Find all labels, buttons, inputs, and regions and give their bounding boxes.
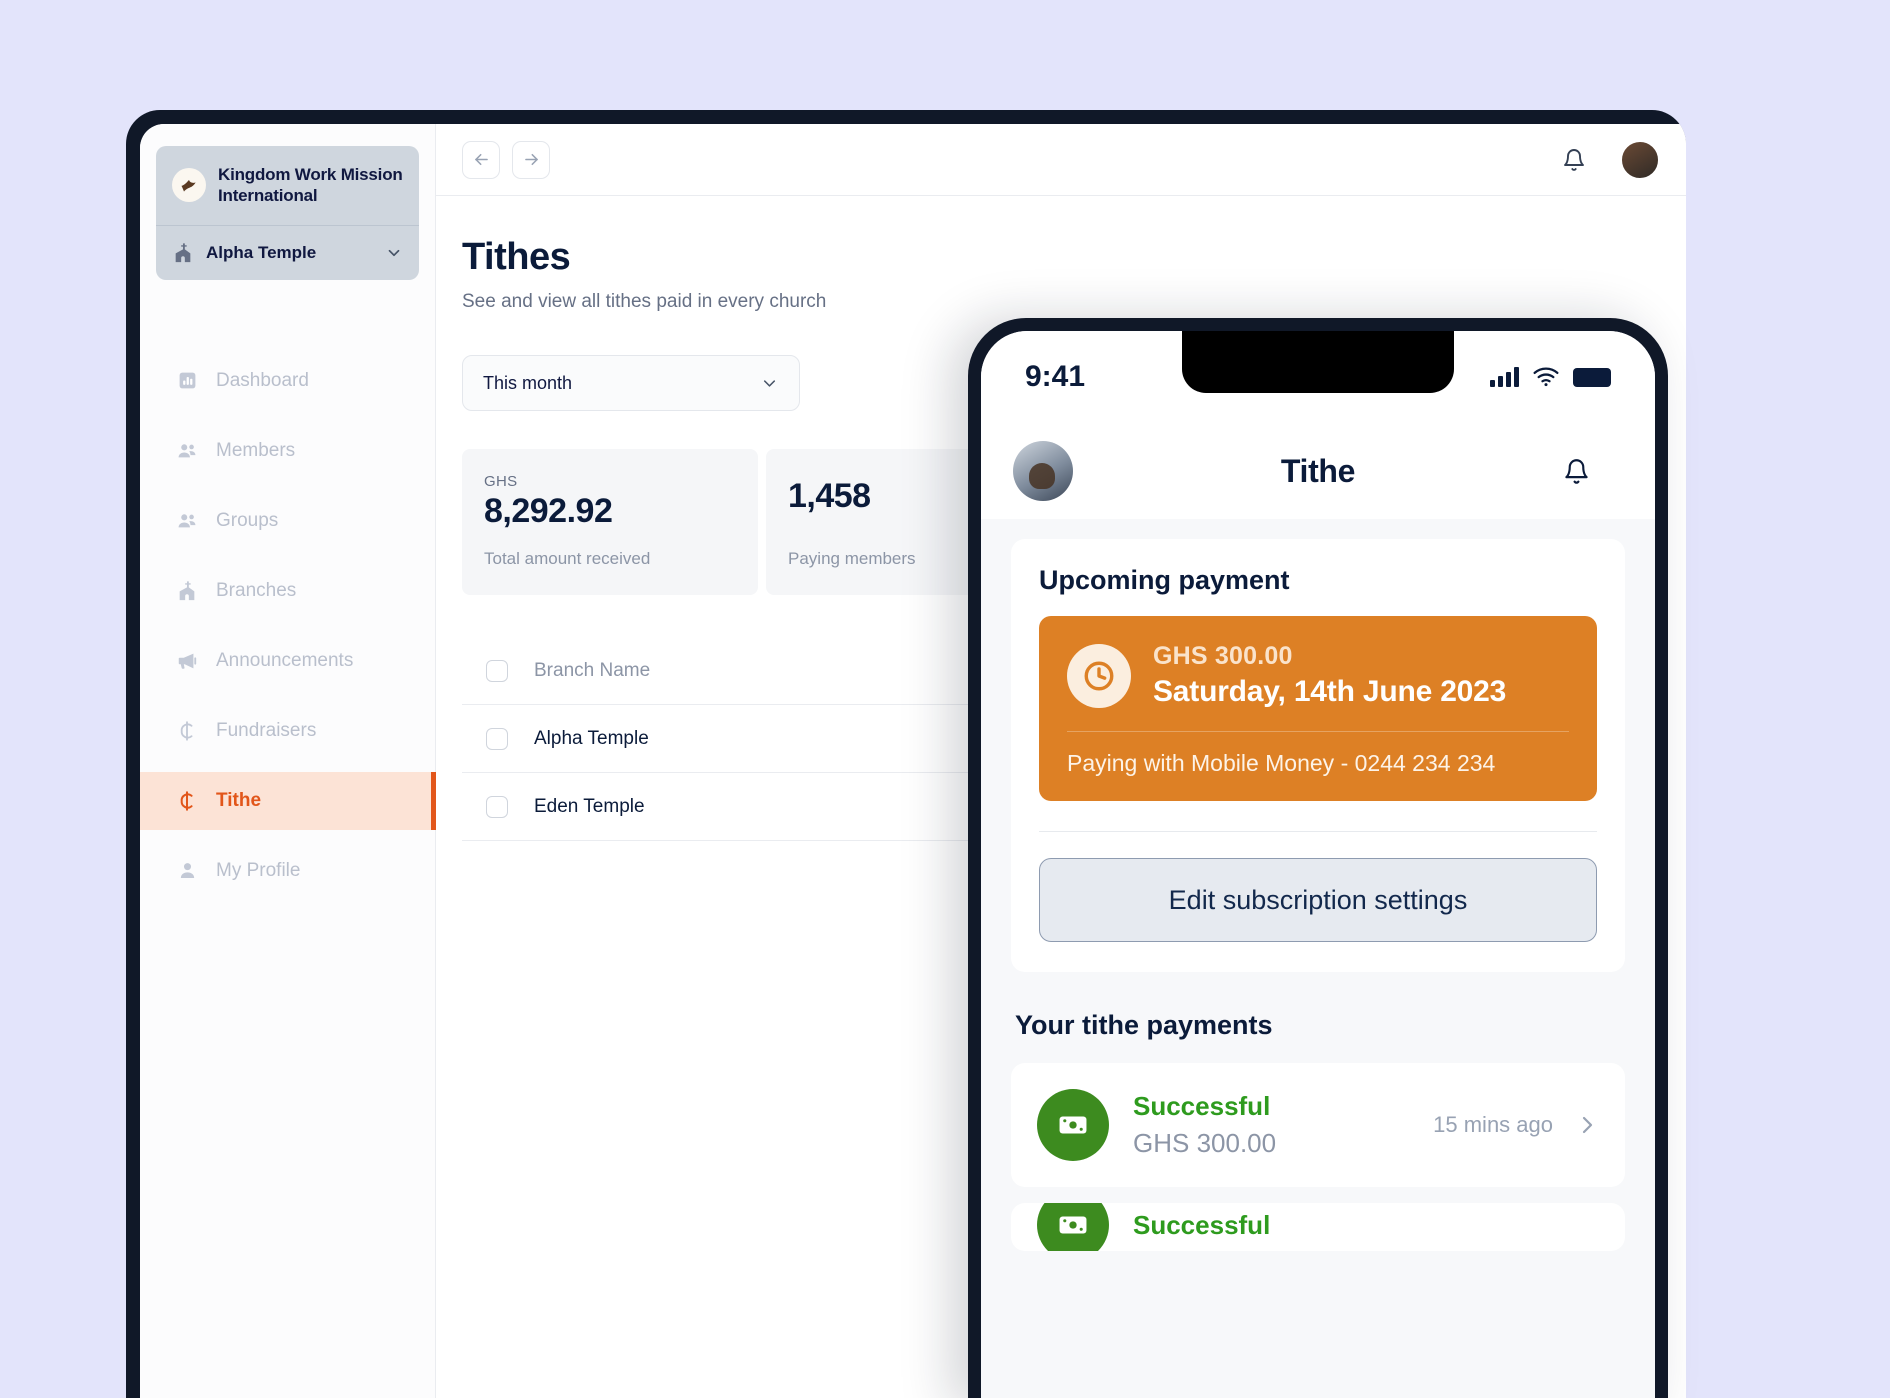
row-checkbox[interactable]	[486, 795, 508, 818]
wifi-icon	[1533, 367, 1559, 387]
sidebar-nav: Dashboard Members Groups Branches Announ…	[140, 352, 436, 900]
sidebar-item-dashboard[interactable]: Dashboard	[140, 352, 435, 410]
stat-value: 8,292.92	[484, 492, 613, 530]
sidebar-item-my-profile[interactable]: My Profile	[140, 842, 435, 900]
page-title: Tithe	[1280, 452, 1356, 489]
forward-button[interactable]	[512, 140, 550, 179]
bell-icon[interactable]	[1563, 458, 1623, 485]
select-all-checkbox[interactable]	[486, 659, 508, 682]
tithe-payments-title: Your tithe payments	[1015, 1010, 1273, 1040]
phone-body: Upcoming payment GHS 300.00 Saturday, 14…	[981, 519, 1655, 1251]
payment-status: Successful	[1133, 1209, 1271, 1240]
payment-status: Successful	[1133, 1091, 1271, 1121]
avatar[interactable]	[1620, 139, 1660, 180]
phone-notch	[1182, 331, 1454, 393]
upcoming-payment-banner: GHS 300.00 Saturday, 14th June 2023 Payi…	[1039, 616, 1597, 801]
period-filter-value: This month	[483, 372, 573, 393]
list-item[interactable]: Successful	[1011, 1203, 1625, 1251]
branch-selector[interactable]: Alpha Temple	[156, 226, 419, 280]
battery-icon	[1573, 367, 1611, 387]
sidebar-item-label: Groups	[216, 509, 279, 531]
clock-icon	[1067, 643, 1131, 708]
megaphone-icon	[174, 650, 200, 672]
currency-label: GHS	[484, 473, 518, 490]
organization-switcher[interactable]: Kingdom Work Mission International Alpha…	[156, 146, 419, 280]
sidebar: Kingdom Work Mission International Alpha…	[140, 124, 436, 1398]
phone-device-frame: 9:41 Tithe Upcoming payment GHS 300.00 S…	[968, 318, 1668, 1398]
row-checkbox[interactable]	[486, 727, 508, 750]
arrow-left-icon	[472, 150, 491, 169]
sidebar-item-label: Dashboard	[216, 369, 309, 391]
branch-name: Alpha Temple	[206, 242, 317, 262]
phone-screen: 9:41 Tithe Upcoming payment GHS 300.00 S…	[981, 331, 1655, 1398]
upcoming-payment-summary: GHS 300.00 Saturday, 14th June 2023	[1067, 642, 1569, 709]
divider	[1039, 831, 1597, 832]
chevron-down-icon	[760, 374, 779, 393]
payment-meta: 15 mins ago	[1433, 1112, 1599, 1138]
chart-bar-icon	[174, 370, 200, 391]
stat-label: Total amount received	[484, 549, 651, 568]
avatar[interactable]	[1013, 441, 1073, 501]
upcoming-payment-amount: GHS 300.00	[1153, 642, 1293, 670]
users-group-icon	[174, 510, 200, 532]
sidebar-item-announcements[interactable]: Announcements	[140, 632, 435, 690]
upcoming-payment-date: Saturday, 14th June 2023	[1153, 675, 1507, 708]
edit-subscription-settings-button[interactable]: Edit subscription settings	[1039, 858, 1597, 942]
sidebar-item-label: My Profile	[216, 859, 301, 881]
sidebar-item-groups[interactable]: Groups	[140, 492, 435, 550]
sidebar-item-branches[interactable]: Branches	[140, 562, 435, 620]
organization-name: Kingdom Work Mission International	[218, 165, 403, 206]
sidebar-item-label: Fundraisers	[216, 719, 317, 741]
person-icon	[174, 860, 200, 881]
church-icon	[174, 580, 200, 602]
cedi-icon	[174, 720, 200, 742]
users-icon	[174, 440, 200, 462]
cellular-bars-icon	[1490, 367, 1519, 387]
payment-time: 15 mins ago	[1433, 1112, 1553, 1137]
sidebar-item-tithe[interactable]: Tithe	[140, 771, 436, 830]
back-button[interactable]	[462, 140, 500, 179]
church-icon	[172, 242, 194, 264]
stat-card-total-received: GHS 8,292.92 Total amount received	[462, 449, 758, 595]
bell-icon[interactable]	[1562, 148, 1586, 172]
page-title: Tithes	[462, 236, 571, 278]
list-item[interactable]: Successful GHS 300.00 15 mins ago	[1011, 1063, 1625, 1187]
cash-icon	[1037, 1089, 1109, 1161]
top-bar	[436, 124, 1686, 196]
sidebar-item-label: Announcements	[216, 649, 354, 671]
organization-row[interactable]: Kingdom Work Mission International	[156, 146, 419, 225]
status-time: 9:41	[1025, 360, 1086, 393]
divider	[1067, 731, 1569, 732]
chevron-down-icon[interactable]	[385, 244, 403, 262]
upcoming-payment-card: Upcoming payment GHS 300.00 Saturday, 14…	[1011, 539, 1625, 972]
payment-method: Paying with Mobile Money - 0244 234 234	[1067, 750, 1496, 776]
sidebar-item-label: Tithe	[216, 789, 262, 811]
page-subtitle: See and view all tithes paid in every ch…	[462, 291, 827, 312]
arrow-right-icon	[522, 150, 541, 169]
sidebar-item-fundraisers[interactable]: Fundraisers	[140, 702, 435, 760]
payment-amount: GHS 300.00	[1133, 1128, 1277, 1158]
upcoming-payment-title: Upcoming payment	[1039, 565, 1290, 595]
period-filter-select[interactable]: This month	[462, 355, 800, 411]
phone-header: Tithe	[981, 423, 1655, 519]
sidebar-item-label: Branches	[216, 579, 297, 601]
sidebar-item-label: Members	[216, 439, 296, 461]
status-indicators	[1490, 367, 1611, 387]
screenshot-stage: Kingdom Work Mission International Alpha…	[0, 0, 1890, 1398]
dove-logo-icon	[172, 168, 206, 203]
cash-icon	[1037, 1203, 1109, 1251]
chevron-right-icon[interactable]	[1575, 1113, 1599, 1137]
cedi-icon	[174, 790, 200, 812]
sidebar-item-members[interactable]: Members	[140, 422, 435, 480]
